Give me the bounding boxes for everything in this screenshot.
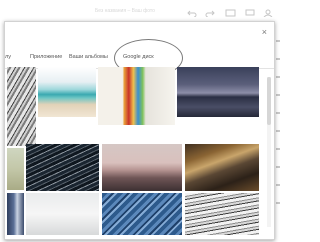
share-icon[interactable] — [263, 9, 275, 17]
undo-icon[interactable] — [187, 9, 199, 17]
document-title: Без названия – Ваш фото — [95, 8, 155, 14]
window-icon[interactable] — [225, 9, 237, 17]
photo-blue-fabric[interactable] — [102, 193, 182, 235]
photo-grid-scrollbar[interactable] — [267, 77, 271, 227]
redo-icon[interactable] — [205, 9, 217, 17]
photo-grid — [7, 67, 259, 235]
photo-colored-pencils[interactable] — [98, 67, 175, 125]
photo-turquoise-beach[interactable] — [38, 67, 96, 117]
photo-wooden-hut[interactable] — [7, 148, 24, 190]
photo-motion-blur[interactable] — [185, 144, 259, 191]
background-page-edge — [276, 40, 281, 230]
photo-pink-horizon[interactable] — [102, 144, 182, 191]
tab-upload[interactable]: лу — [5, 54, 11, 60]
image-picker-dialog: × лу Приложение Ваши альбомы Google диск — [4, 21, 275, 240]
photo-dusk-lake[interactable] — [177, 67, 259, 117]
tab-google-drive[interactable]: Google диск — [123, 54, 154, 60]
tab-applications[interactable]: Приложение — [30, 54, 62, 60]
photo-keyboard-closeup[interactable] — [26, 144, 99, 191]
source-tabs: лу Приложение Ваши альбомы Google диск — [5, 22, 274, 68]
tab-your-albums[interactable]: Ваши альбомы — [69, 54, 108, 60]
photo-white-snow[interactable] — [26, 193, 99, 235]
photo-piano-keys[interactable] — [185, 193, 259, 235]
photo-skyscraper[interactable] — [7, 193, 24, 235]
comment-icon[interactable] — [245, 9, 257, 17]
scrollbar-thumb[interactable] — [267, 77, 271, 125]
photo-abstract-lines[interactable] — [7, 67, 36, 146]
